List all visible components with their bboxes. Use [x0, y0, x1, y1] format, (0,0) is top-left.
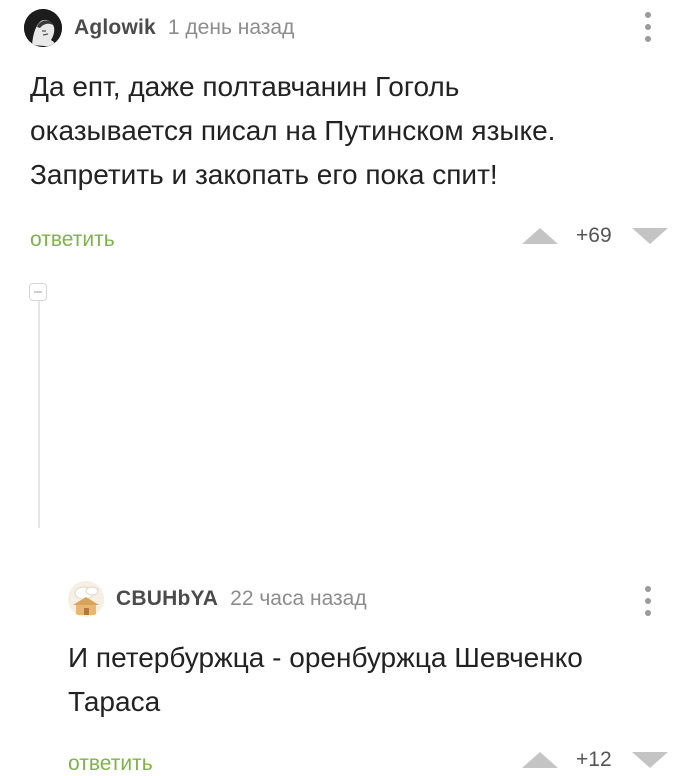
- comment-text-line: Тараса: [68, 686, 161, 717]
- comment-header: Aglowik 1 день назад: [24, 8, 294, 48]
- portrait-avatar-icon: [24, 9, 62, 47]
- more-vertical-icon[interactable]: [643, 12, 653, 42]
- comment-text: Да епт, даже полтавчанин Гоголь оказывае…: [30, 65, 670, 197]
- comment: Aglowik 1 день назад Да епт, даже полтав…: [0, 0, 700, 268]
- avatar[interactable]: [24, 9, 62, 47]
- username[interactable]: CBUHbYA: [116, 587, 218, 611]
- more-vertical-icon[interactable]: [643, 586, 653, 616]
- comment-text-line: Да епт, даже полтавчанин Гоголь: [30, 71, 460, 102]
- comment-header: CBUHbYA 22 часа назад: [68, 580, 367, 618]
- comment-time: 1 день назад: [167, 16, 295, 39]
- comment-text: И петербуржца - оренбуржца Шевченко Тара…: [68, 636, 668, 724]
- reply-comment: CBUHbYA 22 часа назад И петербуржца - ор…: [0, 268, 700, 775]
- vote-controls: +69: [522, 224, 668, 248]
- upvote-icon[interactable]: [522, 752, 558, 768]
- username[interactable]: Aglowik: [74, 16, 156, 40]
- reply-link[interactable]: ответить: [30, 228, 115, 252]
- comment-text-line: оказывается писал на Путинском языке.: [30, 115, 556, 146]
- comment-time: 22 часа назад: [230, 587, 367, 610]
- vote-controls: +12: [522, 748, 668, 772]
- downvote-icon[interactable]: [632, 228, 668, 244]
- upvote-icon[interactable]: [522, 228, 558, 244]
- avatar[interactable]: [68, 581, 104, 617]
- reply-link[interactable]: ответить: [68, 752, 153, 776]
- house-avatar-icon: [68, 581, 104, 617]
- comment-text-line: И петербуржца - оренбуржца Шевченко: [68, 642, 583, 673]
- vote-score: +12: [576, 748, 612, 771]
- vote-score: +69: [576, 224, 612, 247]
- comment-text-line: Запретить и закопать его пока спит!: [30, 159, 498, 190]
- downvote-icon[interactable]: [632, 752, 668, 768]
